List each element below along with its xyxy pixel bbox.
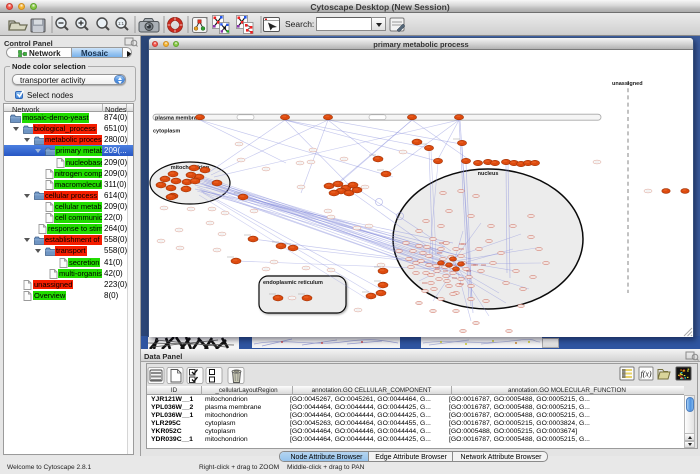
svg-text:nucleus: nucleus bbox=[478, 171, 499, 177]
svg-text:unassigned: unassigned bbox=[612, 81, 643, 87]
svg-text:1:1: 1:1 bbox=[118, 21, 124, 26]
svg-text:endoplasmic reticulum: endoplasmic reticulum bbox=[263, 280, 323, 286]
svg-text:cytoplasm: cytoplasm bbox=[153, 129, 180, 135]
svg-text:f(x): f(x) bbox=[640, 370, 651, 379]
